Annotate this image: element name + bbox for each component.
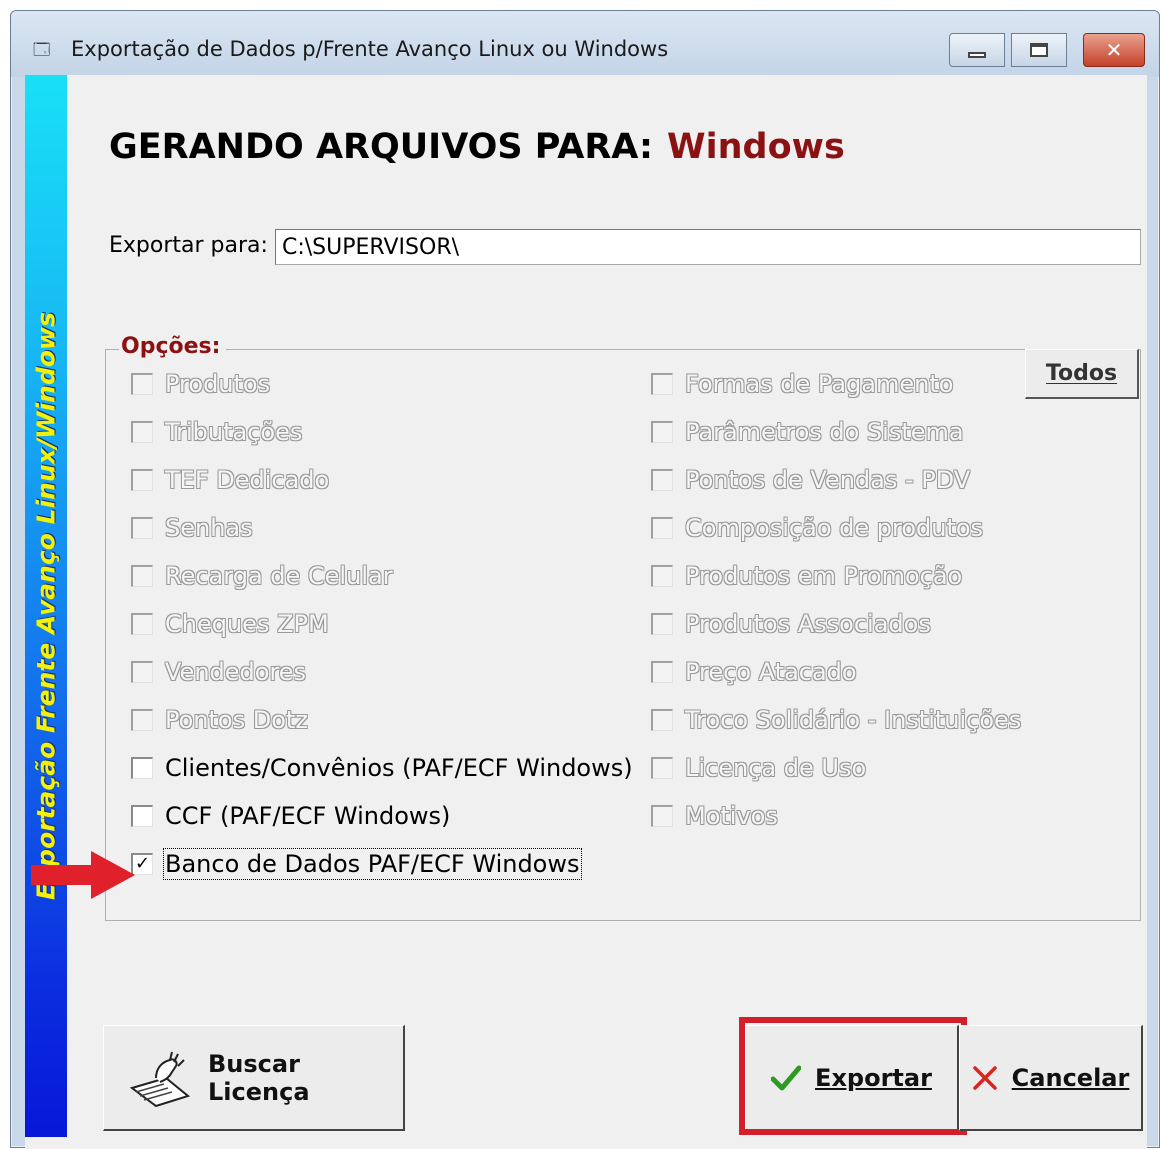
option-checkbox-left-10[interactable]: ✓ Banco de Dados PAF/ECF Windows xyxy=(131,848,582,880)
option-label: Formas de Pagamento xyxy=(685,370,954,398)
option-label: Preço Atacado xyxy=(685,658,857,686)
option-label: Recarga de Celular xyxy=(165,562,393,590)
option-label: CCF (PAF/ECF Windows) xyxy=(165,802,451,830)
checkbox xyxy=(131,565,153,587)
minimize-button[interactable] xyxy=(949,33,1005,67)
option-label: Produtos em Promoção xyxy=(685,562,963,590)
export-path-input[interactable] xyxy=(275,229,1141,265)
option-checkbox-left-1: Tributações xyxy=(131,416,302,448)
option-checkbox-left-9[interactable]: CCF (PAF/ECF Windows) xyxy=(131,800,450,832)
option-checkbox-right-1: Parâmetros do Sistema xyxy=(651,416,964,448)
option-label: Vendedores xyxy=(165,658,307,686)
side-banner-text: Exportação Frente Avanço Linux/Windows xyxy=(31,312,61,901)
option-checkbox-left-2: TEF Dedicado xyxy=(131,464,329,496)
checkbox xyxy=(131,421,153,443)
checkbox[interactable] xyxy=(131,757,153,779)
option-label: Pontos Dotz xyxy=(165,706,308,734)
option-label: Licença de Uso xyxy=(685,754,867,782)
option-label: Clientes/Convênios (PAF/ECF Windows) xyxy=(165,754,633,782)
select-all-button[interactable]: Todos xyxy=(1025,349,1139,399)
option-label: Produtos xyxy=(165,370,271,398)
page-title-target: Windows xyxy=(667,127,845,167)
buscar-licenca-button[interactable]: Buscar Licença xyxy=(103,1025,405,1131)
option-label: Troco Solidário - Instituições xyxy=(685,706,1022,734)
hand-document-icon xyxy=(126,1048,194,1108)
export-path-label: Exportar para: xyxy=(109,233,268,258)
option-checkbox-right-6: Preço Atacado xyxy=(651,656,857,688)
export-window: 🗔 Exportação de Dados p/Frente Avanço Li… xyxy=(10,10,1160,1149)
maximize-icon xyxy=(1030,43,1048,57)
options-group-title: Opções: xyxy=(119,334,227,359)
option-label: Senhas xyxy=(165,514,253,542)
page-title-label: GERANDO ARQUIVOS PARA: xyxy=(109,127,654,167)
option-checkbox-left-5: Cheques ZPM xyxy=(131,608,329,640)
close-icon: ✕ xyxy=(1105,38,1123,62)
option-checkbox-left-6: Vendedores xyxy=(131,656,306,688)
window-title: Exportação de Dados p/Frente Avanço Linu… xyxy=(71,37,669,61)
checkbox xyxy=(651,373,673,395)
checkbox xyxy=(651,421,673,443)
option-checkbox-right-9: Motivos xyxy=(651,800,778,832)
option-label: TEF Dedicado xyxy=(165,466,330,494)
checkbox xyxy=(131,613,153,635)
checkbox xyxy=(651,565,673,587)
select-all-label: Todos xyxy=(1045,361,1118,386)
option-checkbox-right-3: Composição de produtos xyxy=(651,512,983,544)
checkbox xyxy=(131,517,153,539)
option-checkbox-right-7: Troco Solidário - Instituições xyxy=(651,704,1021,736)
checkbox xyxy=(651,661,673,683)
option-checkbox-right-4: Produtos em Promoção xyxy=(651,560,962,592)
maximize-button[interactable] xyxy=(1011,33,1067,67)
checkbox xyxy=(131,373,153,395)
option-checkbox-left-3: Senhas xyxy=(131,512,253,544)
option-checkbox-left-0: Produtos xyxy=(131,368,270,400)
minimize-icon xyxy=(968,52,986,58)
side-banner: Exportação Frente Avanço Linux/Windows xyxy=(25,75,67,1137)
cancelar-button[interactable]: Cancelar xyxy=(959,1025,1143,1131)
checkbox xyxy=(131,469,153,491)
option-label: Produtos Associados xyxy=(685,610,931,638)
checkbox[interactable] xyxy=(131,805,153,827)
page-title: GERANDO ARQUIVOS PARA: Windows xyxy=(109,127,845,167)
option-label: Parâmetros do Sistema xyxy=(685,418,964,446)
checkbox xyxy=(131,661,153,683)
option-checkbox-right-5: Produtos Associados xyxy=(651,608,931,640)
option-checkbox-left-4: Recarga de Celular xyxy=(131,560,393,592)
form-icon[interactable]: 🗔 xyxy=(33,41,55,59)
window-client-area: Exportação Frente Avanço Linux/Windows G… xyxy=(25,75,1147,1149)
highlight-frame xyxy=(739,1017,967,1135)
option-label: Composição de produtos xyxy=(685,514,984,542)
buscar-licenca-label: Buscar Licença xyxy=(208,1049,310,1106)
title-bar[interactable]: 🗔 Exportação de Dados p/Frente Avanço Li… xyxy=(11,11,1159,77)
option-label: Motivos xyxy=(685,802,778,830)
cancelar-label: Cancelar xyxy=(1011,1063,1130,1092)
checkbox xyxy=(651,469,673,491)
option-checkbox-right-2: Pontos de Vendas - PDV xyxy=(651,464,970,496)
checkbox xyxy=(651,757,673,779)
option-checkbox-right-0: Formas de Pagamento xyxy=(651,368,953,400)
option-checkbox-left-8[interactable]: Clientes/Convênios (PAF/ECF Windows) xyxy=(131,752,633,784)
checkbox xyxy=(131,709,153,731)
checkbox xyxy=(651,709,673,731)
option-label: Tributações xyxy=(165,418,303,446)
checkbox xyxy=(651,517,673,539)
close-button[interactable]: ✕ xyxy=(1083,33,1145,67)
annotation-arrow xyxy=(31,851,135,899)
option-checkbox-right-8: Licença de Uso xyxy=(651,752,866,784)
checkbox xyxy=(651,805,673,827)
checkbox xyxy=(651,613,673,635)
option-checkbox-left-7: Pontos Dotz xyxy=(131,704,308,736)
option-label: Cheques ZPM xyxy=(165,610,329,638)
option-label: Pontos de Vendas - PDV xyxy=(685,466,971,494)
x-icon xyxy=(972,1065,998,1091)
option-label: Banco de Dados PAF/ECF Windows xyxy=(163,848,582,880)
